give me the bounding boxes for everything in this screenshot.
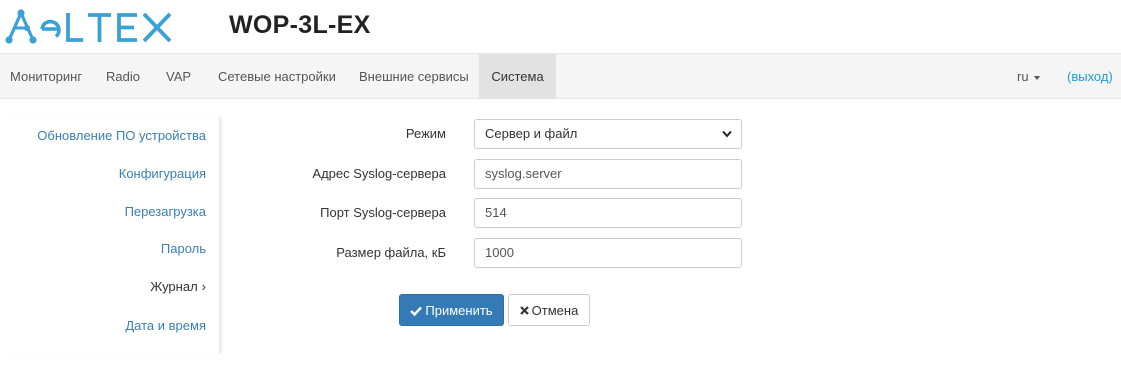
sidebar-item-password[interactable]: Пароль bbox=[161, 241, 206, 256]
main-navbar: Мониторинг Radio VAP Сетевые настройки В… bbox=[0, 53, 1121, 99]
mode-label: Режим bbox=[405, 126, 446, 141]
sidebar-item-reboot[interactable]: Перезагрузка bbox=[125, 204, 206, 219]
syslog-port-label: Порт Syslog-сервера bbox=[320, 205, 446, 220]
mode-selected-value: Сервер и файл bbox=[485, 126, 578, 141]
nav-monitoring[interactable]: Мониторинг bbox=[0, 54, 92, 99]
logout-link[interactable]: (выход) bbox=[1067, 54, 1113, 99]
nav-network-settings[interactable]: Сетевые настройки bbox=[208, 54, 346, 99]
apply-label: Применить bbox=[425, 303, 493, 318]
check-icon bbox=[410, 306, 423, 316]
sidebar-item-log[interactable]: Журнал › bbox=[150, 279, 206, 294]
device-model: WOP-3L-EX bbox=[229, 11, 371, 39]
syslog-server-input[interactable]: syslog.server bbox=[474, 159, 742, 189]
nav-radio[interactable]: Radio bbox=[96, 54, 150, 99]
nav-vap[interactable]: VAP bbox=[156, 54, 201, 99]
language-dropdown[interactable]: ru bbox=[1017, 54, 1040, 99]
sidebar-item-configuration[interactable]: Конфигурация bbox=[119, 166, 206, 181]
sidebar: Обновление ПО устройства Конфигурация Пе… bbox=[0, 116, 220, 354]
close-icon bbox=[519, 306, 529, 315]
apply-button[interactable]: Применить bbox=[399, 294, 504, 326]
nav-external-services[interactable]: Внешние сервисы bbox=[349, 54, 479, 99]
sidebar-item-date-time[interactable]: Дата и время bbox=[125, 318, 206, 333]
file-size-input[interactable]: 1000 bbox=[474, 238, 742, 268]
cancel-button[interactable]: Отмена bbox=[508, 294, 590, 326]
chevron-down-icon bbox=[722, 130, 732, 138]
chevron-right-icon: › bbox=[201, 279, 206, 294]
nav-system[interactable]: Система bbox=[479, 54, 556, 99]
header: WOP-3L-EX bbox=[0, 0, 1121, 53]
file-size-label: Размер файла, кБ bbox=[336, 245, 446, 260]
syslog-server-label: Адрес Syslog-сервера bbox=[312, 166, 446, 181]
sidebar-item-firmware-update[interactable]: Обновление ПО устройства bbox=[37, 128, 206, 143]
cancel-label: Отмена bbox=[531, 303, 579, 318]
syslog-port-input[interactable]: 514 bbox=[474, 198, 742, 228]
mode-select[interactable]: Сервер и файл bbox=[474, 119, 742, 149]
eltex-logo[interactable] bbox=[4, 9, 174, 45]
sidebar-item-label: Журнал bbox=[150, 279, 198, 294]
language-label: ru bbox=[1017, 69, 1029, 84]
caret-down-icon bbox=[1033, 75, 1040, 80]
